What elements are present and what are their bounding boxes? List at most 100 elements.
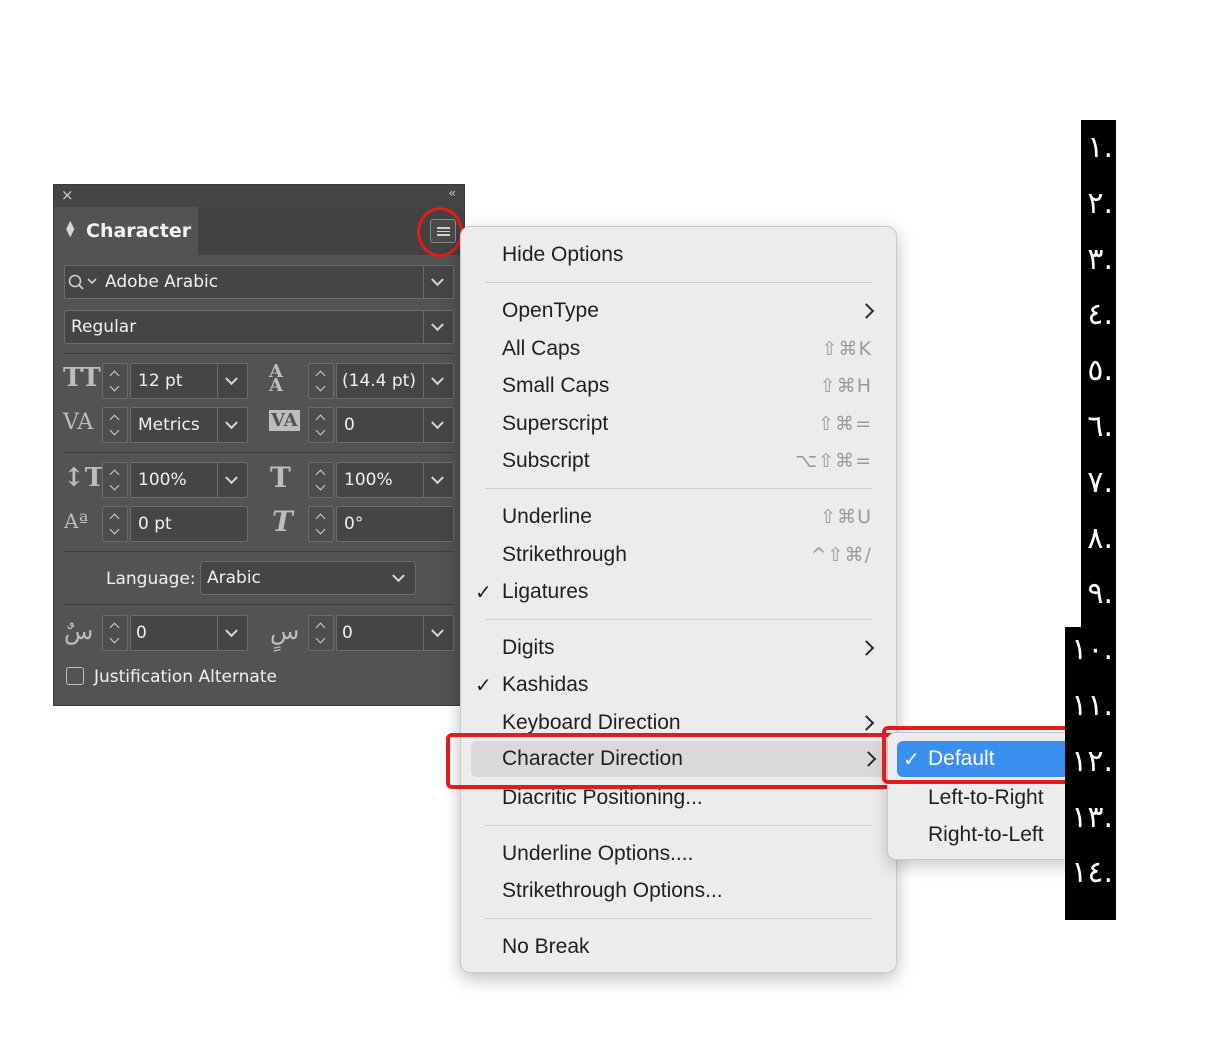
skew-field[interactable]: 0° <box>336 506 454 542</box>
checkmark-icon: ✓ <box>475 673 492 697</box>
font-style-value: Regular <box>71 317 137 337</box>
close-icon[interactable]: × <box>61 186 74 204</box>
menu-item-underline[interactable]: Underline ⇧⌘U <box>461 499 896 535</box>
leading-stepper[interactable] <box>308 363 334 399</box>
replace-spacing-value: 0 <box>342 623 353 643</box>
horizontal-scale-stepper[interactable] <box>308 462 334 498</box>
tracking-dropdown[interactable] <box>423 408 453 442</box>
font-family-field[interactable]: Adobe Arabic <box>64 265 454 299</box>
kerning-field[interactable]: Metrics <box>130 407 248 443</box>
vertical-scale-dropdown[interactable] <box>217 463 247 497</box>
insert-spacing-stepper[interactable] <box>102 615 128 651</box>
chevron-down-icon <box>431 471 444 485</box>
menu-item-small-caps[interactable]: Small Caps ⇧⌘H <box>461 368 896 404</box>
menu-separator <box>485 918 872 919</box>
insert-spacing-dropdown[interactable] <box>217 616 247 650</box>
justification-alternate-checkbox[interactable] <box>66 667 84 685</box>
font-style-field[interactable]: Regular <box>64 310 454 344</box>
kerning-dropdown[interactable] <box>217 408 247 442</box>
tab-character-label: Character <box>86 220 192 242</box>
insert-spacing-value: 0 <box>136 623 147 643</box>
leading-dropdown[interactable] <box>423 364 453 398</box>
horizontal-scale-dropdown[interactable] <box>423 463 453 497</box>
list-number: .١٣ <box>1071 799 1113 835</box>
divider <box>64 452 454 453</box>
replace-spacing-stepper[interactable] <box>308 615 334 651</box>
kerning-icon: VA <box>63 410 94 435</box>
list-number: .١ <box>1087 130 1113 165</box>
font-size-field[interactable]: 12 pt <box>130 363 248 399</box>
tracking-stepper[interactable] <box>308 407 334 443</box>
menu-item-no-break[interactable]: No Break <box>461 929 896 965</box>
menu-item-strikethrough[interactable]: Strikethrough ^⇧⌘/ <box>461 537 896 573</box>
shortcut-label: ⇧⌘K <box>821 338 872 360</box>
font-size-stepper[interactable] <box>102 363 128 399</box>
divider <box>64 551 454 552</box>
annotation-circle <box>417 207 463 257</box>
menu-item-ligatures[interactable]: ✓ Ligatures <box>461 574 896 610</box>
language-select[interactable]: Arabic <box>200 561 416 595</box>
horizontal-scale-icon: T <box>270 461 291 494</box>
divider <box>64 353 454 354</box>
menu-item-hide-options[interactable]: Hide Options <box>461 237 896 273</box>
annotation-rectangle <box>882 726 1096 784</box>
chevron-down-icon <box>392 569 405 583</box>
insert-spacing-field[interactable]: 0 <box>130 615 248 651</box>
tab-character[interactable]: ▲ ▼ Character <box>54 207 198 255</box>
replace-spacing-field[interactable]: 0 <box>336 615 454 651</box>
font-family-value: Adobe Arabic <box>105 272 219 292</box>
insert-kashida-icon: سٌ <box>64 617 94 645</box>
menu-item-kashidas[interactable]: ✓ Kashidas <box>461 667 896 703</box>
menu-item-label: Underline <box>502 505 592 528</box>
divider <box>64 604 454 605</box>
skew-stepper[interactable] <box>308 506 334 542</box>
menu-item-all-caps[interactable]: All Caps ⇧⌘K <box>461 331 896 367</box>
menu-separator <box>485 282 872 283</box>
menu-item-label: No Break <box>502 935 590 958</box>
font-size-value: 12 pt <box>138 371 183 391</box>
vertical-scale-field[interactable]: 100% <box>130 462 248 498</box>
menu-item-label: Underline Options.... <box>502 842 694 865</box>
menu-item-underline-options[interactable]: Underline Options.... <box>461 836 896 872</box>
leading-field[interactable]: (14.4 pt) <box>336 363 454 399</box>
list-number: .٢ <box>1087 185 1113 221</box>
horizontal-scale-field[interactable]: 100% <box>336 462 454 498</box>
horizontal-scale-value: 100% <box>344 470 393 490</box>
replace-kashida-icon: سٍ <box>270 617 300 645</box>
kerning-stepper[interactable] <box>102 407 128 443</box>
collapse-icon[interactable]: ‹‹ <box>448 186 455 200</box>
menu-item-label: Hide Options <box>502 243 624 266</box>
menu-item-digits[interactable]: Digits <box>461 630 896 666</box>
shortcut-label: ⌥⇧⌘= <box>795 450 872 472</box>
vertical-scale-stepper[interactable] <box>102 462 128 498</box>
list-number: .١٠ <box>1071 632 1113 668</box>
chevron-down-icon <box>225 471 238 485</box>
list-number: .١٤ <box>1071 855 1113 891</box>
font-style-dropdown[interactable] <box>423 311 453 343</box>
baseline-shift-field[interactable]: 0 pt <box>130 506 248 542</box>
menu-item-subscript[interactable]: Subscript ⌥⇧⌘= <box>461 443 896 479</box>
tracking-field[interactable]: 0 <box>336 407 454 443</box>
submenu-item-label: Left-to-Right <box>928 786 1044 809</box>
submenu-item-label: Right-to-Left <box>928 823 1044 846</box>
replace-spacing-dropdown[interactable] <box>423 616 453 650</box>
list-number: .١١ <box>1071 688 1113 723</box>
list-number: .٧ <box>1087 464 1113 500</box>
shortcut-label: ^⇧⌘/ <box>810 544 872 566</box>
font-family-dropdown[interactable] <box>423 266 453 298</box>
baseline-shift-stepper[interactable] <box>102 506 128 542</box>
menu-item-label: Kashidas <box>502 673 589 696</box>
leading-value: (14.4 pt) <box>342 371 416 391</box>
list-number: .٨ <box>1087 520 1113 556</box>
font-size-dropdown[interactable] <box>217 364 247 398</box>
menu-item-superscript[interactable]: Superscript ⇧⌘= <box>461 406 896 442</box>
character-panel: × ‹‹ ▲ ▼ Character Adobe Arabic Regular T… <box>53 184 465 706</box>
panel-options-menu: Hide Options OpenType All Caps ⇧⌘K Small… <box>460 226 897 973</box>
tracking-value: 0 <box>344 415 355 435</box>
submenu-item-right-to-left[interactable]: Right-to-Left <box>897 817 1079 853</box>
submenu-item-left-to-right[interactable]: Left-to-Right <box>897 780 1079 816</box>
vertical-scale-icon: ↕T <box>63 463 105 493</box>
baseline-shift-value: 0 pt <box>138 514 172 534</box>
menu-item-opentype[interactable]: OpenType <box>461 293 896 329</box>
menu-item-strikethrough-options[interactable]: Strikethrough Options... <box>461 873 896 909</box>
